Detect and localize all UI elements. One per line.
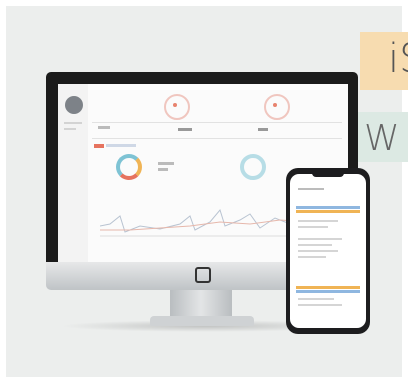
divider	[92, 122, 342, 123]
legend-swatch	[94, 144, 104, 148]
legend-label	[106, 144, 136, 147]
phone-row	[298, 250, 338, 252]
sidebar-item	[64, 128, 76, 130]
phone-row	[298, 244, 332, 246]
summary-value	[258, 128, 268, 131]
phone-row	[298, 220, 338, 222]
sidebar-item	[64, 122, 82, 124]
phone-row	[298, 298, 334, 300]
banner-text-line1: iS	[388, 36, 408, 82]
divider	[92, 138, 342, 139]
donut-legend	[158, 168, 168, 171]
phone-row	[298, 304, 342, 306]
imac-base	[150, 316, 254, 326]
phone-stat-bar	[296, 286, 360, 289]
gauge-widget	[164, 94, 190, 120]
phone-stat-bar	[296, 290, 360, 293]
donut-chart	[116, 154, 142, 180]
avatar	[65, 96, 83, 114]
summary-label	[98, 126, 110, 129]
gauge-widget	[264, 94, 290, 120]
phone-title	[298, 188, 324, 190]
apple-logo-icon	[195, 267, 211, 283]
phone-screen	[290, 174, 366, 328]
dashboard-sidebar	[58, 84, 88, 262]
gauge-dot	[173, 103, 177, 107]
donut-legend	[158, 162, 174, 165]
phone-row	[298, 256, 326, 258]
phone-row	[298, 226, 328, 228]
banner-text-line2: W	[364, 118, 400, 159]
summary-value	[178, 128, 192, 131]
phone-row	[298, 238, 342, 240]
phone-stat-bar	[296, 210, 360, 213]
imac-stand	[170, 290, 232, 318]
phone-stat-bar	[296, 206, 360, 209]
donut-chart	[240, 154, 266, 180]
phone-notch	[312, 172, 344, 177]
gauge-dot	[273, 103, 277, 107]
